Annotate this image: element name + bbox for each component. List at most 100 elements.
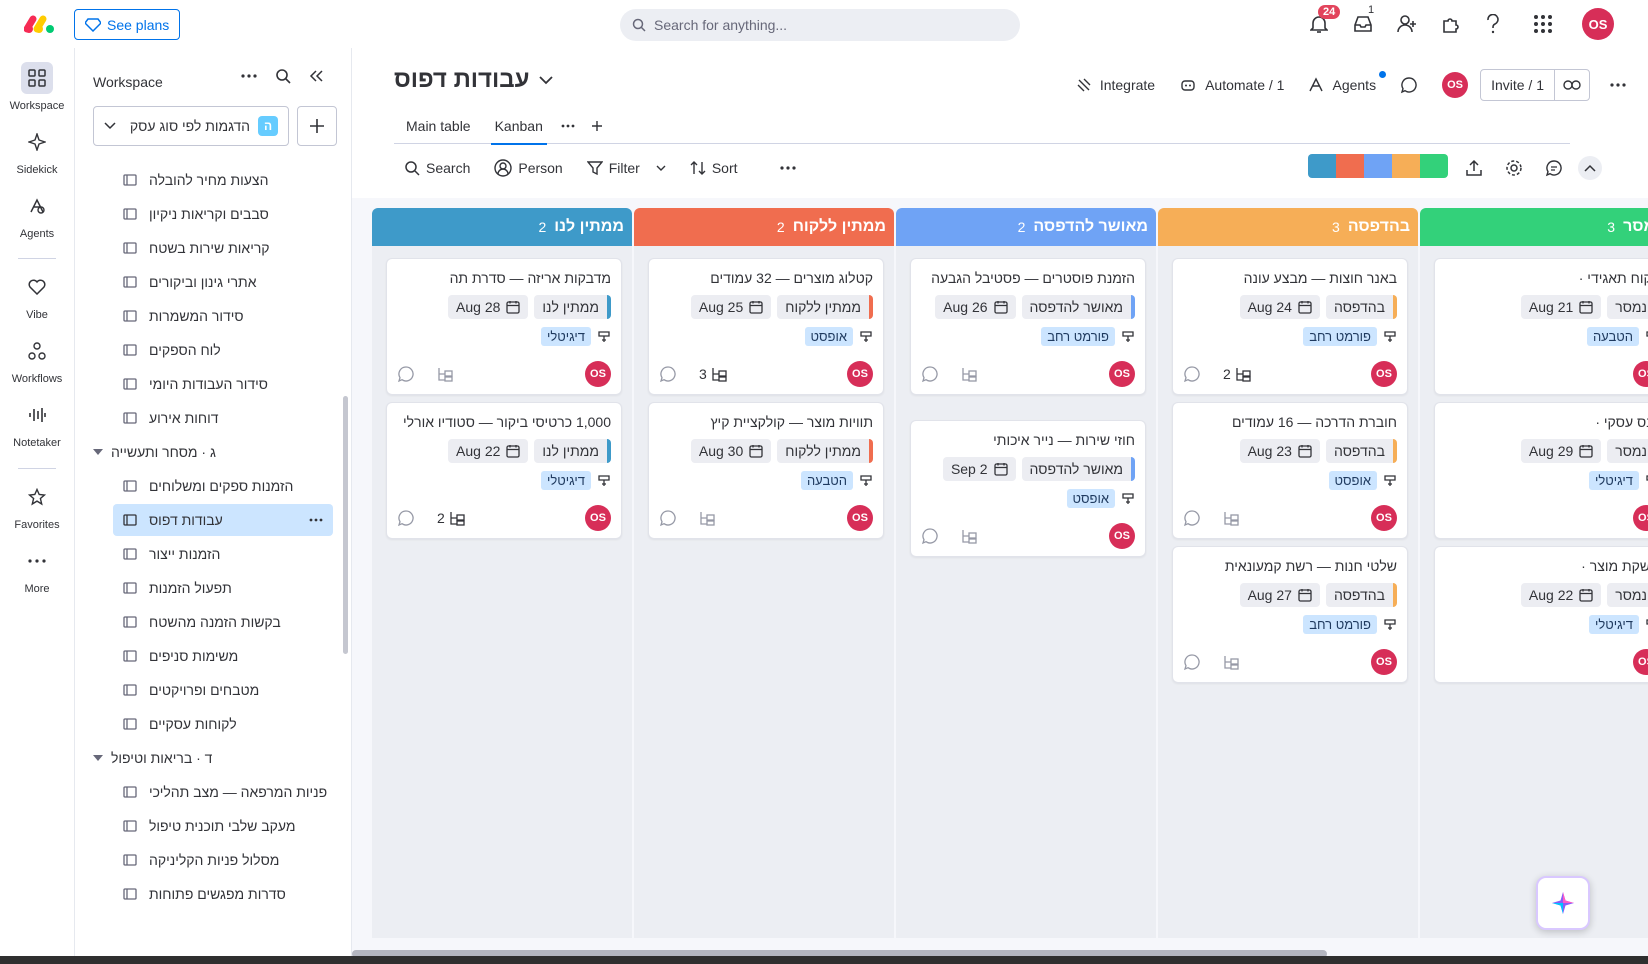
status-chip[interactable]: מאושר להדפסה bbox=[1021, 295, 1135, 319]
tree-board-item[interactable]: מטבחים ופרויקטים bbox=[113, 674, 333, 706]
invite-button[interactable]: Invite / 1 bbox=[1481, 70, 1555, 100]
sidebar-search-icon[interactable] bbox=[275, 68, 291, 84]
date-chip[interactable]: 25 Aug bbox=[690, 295, 772, 319]
comment-icon[interactable] bbox=[659, 509, 677, 527]
rail-favorites[interactable]: Favorites bbox=[0, 481, 74, 531]
apps-grid-icon[interactable] bbox=[1532, 13, 1554, 35]
tree-board-item[interactable]: תפעול הזמנות bbox=[113, 572, 333, 604]
comment-icon[interactable] bbox=[921, 365, 939, 383]
status-chip[interactable]: נמסר bbox=[1607, 295, 1648, 319]
add-item-button[interactable] bbox=[297, 106, 337, 146]
date-chip[interactable]: 2 Sep bbox=[942, 457, 1016, 481]
rail-agents[interactable]: Agents bbox=[0, 190, 74, 240]
date-chip[interactable]: 22 Aug bbox=[1520, 583, 1602, 607]
chat-icon[interactable] bbox=[1542, 156, 1566, 180]
board-owner-avatar[interactable]: OS bbox=[1442, 72, 1469, 98]
tree-board-item[interactable]: דוחות אירוע bbox=[113, 402, 333, 434]
print-type-tag[interactable]: דיגיטלי bbox=[1589, 615, 1639, 634]
tree-board-item[interactable]: פניות המרפאה — מצב תהליכי bbox=[113, 776, 333, 808]
tab-options-icon[interactable] bbox=[555, 108, 581, 144]
assignee-avatar[interactable]: OS bbox=[1371, 505, 1397, 531]
column-header[interactable]: בהדפסה 3 bbox=[1158, 208, 1418, 246]
help-icon[interactable] bbox=[1482, 13, 1504, 35]
user-avatar[interactable]: OS bbox=[1582, 8, 1614, 40]
search-button[interactable]: Search bbox=[394, 152, 480, 184]
date-chip[interactable]: 24 Aug bbox=[1239, 295, 1320, 319]
tree-board-item[interactable]: מסלול פניות הקליניקה bbox=[113, 844, 333, 876]
print-type-tag[interactable]: הטבעה bbox=[800, 471, 853, 490]
kanban-card[interactable]: מדבקות אריזה — סדרת תה ממתין לנו 28 Aug ד… bbox=[386, 258, 622, 395]
assignee-avatar[interactable]: OS bbox=[1371, 361, 1397, 387]
tree-board-item-active[interactable]: עבודות דפוס bbox=[113, 504, 333, 536]
kanban-card[interactable]: באנר חוצות — מבצע עונה בהדפסה 24 Aug פורמ… bbox=[1172, 258, 1408, 395]
tree-board-item[interactable]: מעקב שלבי תוכנית טיפול bbox=[113, 810, 333, 842]
toolbar-more-icon[interactable] bbox=[770, 152, 806, 184]
status-color-summary[interactable] bbox=[1308, 154, 1448, 178]
assignee-avatar[interactable]: OS bbox=[1633, 361, 1648, 387]
collapse-sidebar-icon[interactable] bbox=[309, 70, 323, 82]
subitems-icon[interactable] bbox=[1223, 510, 1239, 526]
kanban-card[interactable]: שלטי חנות — רשת קמעונאית בהדפסה 27 Aug פו… bbox=[1172, 546, 1408, 683]
assignee-avatar[interactable]: OS bbox=[1109, 523, 1135, 549]
automate-button[interactable]: Automate / 1 bbox=[1167, 77, 1296, 93]
assignee-avatar[interactable]: OS bbox=[1371, 649, 1397, 675]
subitems-count[interactable]: 3 bbox=[699, 366, 727, 382]
status-chip[interactable]: ממתין לנו bbox=[534, 295, 611, 319]
workspace-selector[interactable]: ה הדגמות לפי סוג עסק bbox=[93, 106, 289, 146]
more-options-icon[interactable] bbox=[241, 74, 257, 78]
status-chip[interactable]: ממתין ללקוח bbox=[777, 295, 873, 319]
status-chip[interactable]: בהדפסה bbox=[1325, 583, 1397, 607]
column-header[interactable]: ממתין ללקוח 2 bbox=[634, 208, 894, 246]
integrate-button[interactable]: Integrate bbox=[1064, 77, 1167, 93]
comment-icon[interactable] bbox=[1183, 509, 1201, 527]
status-chip[interactable]: נמסר bbox=[1607, 439, 1648, 463]
global-search-input[interactable]: Search for anything... bbox=[620, 9, 1020, 41]
date-chip[interactable]: 23 Aug bbox=[1239, 439, 1320, 463]
date-chip[interactable]: 22 Aug bbox=[448, 439, 529, 463]
column-header[interactable]: נמסר 3 bbox=[1420, 208, 1648, 246]
print-type-tag[interactable]: אופסט bbox=[1328, 471, 1377, 490]
print-type-tag[interactable]: דיגיטלי bbox=[541, 327, 591, 346]
export-icon[interactable] bbox=[1462, 156, 1486, 180]
tree-board-item[interactable]: לוח הספקים bbox=[113, 334, 333, 366]
subitems-icon[interactable] bbox=[961, 528, 977, 544]
comment-icon[interactable] bbox=[397, 365, 415, 383]
date-chip[interactable]: 30 Aug bbox=[690, 439, 772, 463]
tree-board-item[interactable]: אתרי גינון וביקורים bbox=[113, 266, 333, 298]
invite-member-icon[interactable] bbox=[1396, 13, 1418, 35]
kanban-card[interactable]: חוברת הדרכה — 16 עמודים בהדפסה 23 Aug אופ… bbox=[1172, 402, 1408, 539]
status-chip[interactable]: ממתין לנו bbox=[534, 439, 611, 463]
comment-icon[interactable] bbox=[659, 365, 677, 383]
item-options-icon[interactable] bbox=[309, 518, 333, 522]
print-type-tag[interactable]: אופסט bbox=[1066, 489, 1115, 508]
subitems-count[interactable]: 2 bbox=[437, 510, 465, 526]
column-header[interactable]: מאושר להדפסה 2 bbox=[896, 208, 1156, 246]
board-more-icon[interactable] bbox=[1590, 83, 1648, 87]
subitems-icon[interactable] bbox=[1223, 654, 1239, 670]
tab-main-table[interactable]: Main table bbox=[394, 108, 483, 144]
date-chip[interactable]: 21 Aug bbox=[1520, 295, 1602, 319]
subitems-icon[interactable] bbox=[961, 366, 977, 382]
subitems-count[interactable]: 2 bbox=[1223, 366, 1251, 382]
board-title[interactable]: עבודות דפוס bbox=[394, 66, 554, 94]
folder-health[interactable]: ד · בריאות וטיפול bbox=[93, 742, 212, 774]
comment-icon[interactable] bbox=[1183, 365, 1201, 383]
print-type-tag[interactable]: פורמט רחב bbox=[1303, 327, 1377, 346]
status-chip[interactable]: מאושר להדפסה bbox=[1021, 457, 1135, 481]
assignee-avatar[interactable]: OS bbox=[1633, 649, 1648, 675]
assignee-avatar[interactable]: OS bbox=[847, 505, 873, 531]
print-type-tag[interactable]: פורמט רחב bbox=[1041, 327, 1115, 346]
kanban-card[interactable]: השקת מוצר · נמסר 22 Aug דיגיטלי OS bbox=[1434, 546, 1648, 683]
settings-gear-icon[interactable] bbox=[1502, 156, 1526, 180]
comment-icon[interactable] bbox=[921, 527, 939, 545]
puzzle-icon[interactable] bbox=[1440, 13, 1462, 35]
date-chip[interactable]: 27 Aug bbox=[1239, 583, 1320, 607]
kanban-card[interactable]: כנס עסקי · נמסר 29 Aug דיגיטלי OS bbox=[1434, 402, 1648, 539]
kanban-card[interactable]: קטלוג מוצרים — 32 עמודים ממתין ללקוח 25 A… bbox=[648, 258, 884, 395]
monday-logo[interactable] bbox=[24, 14, 56, 34]
tree-board-item[interactable]: סדרות מפגשים פתוחות bbox=[113, 878, 333, 910]
rail-sidekick[interactable]: Sidekick bbox=[0, 126, 74, 176]
folder-commerce[interactable]: ג · מסחר ותעשייה bbox=[93, 436, 216, 468]
tree-board-item[interactable]: לקוחות עסקיים bbox=[113, 708, 333, 740]
status-chip[interactable]: בהדפסה bbox=[1325, 295, 1397, 319]
